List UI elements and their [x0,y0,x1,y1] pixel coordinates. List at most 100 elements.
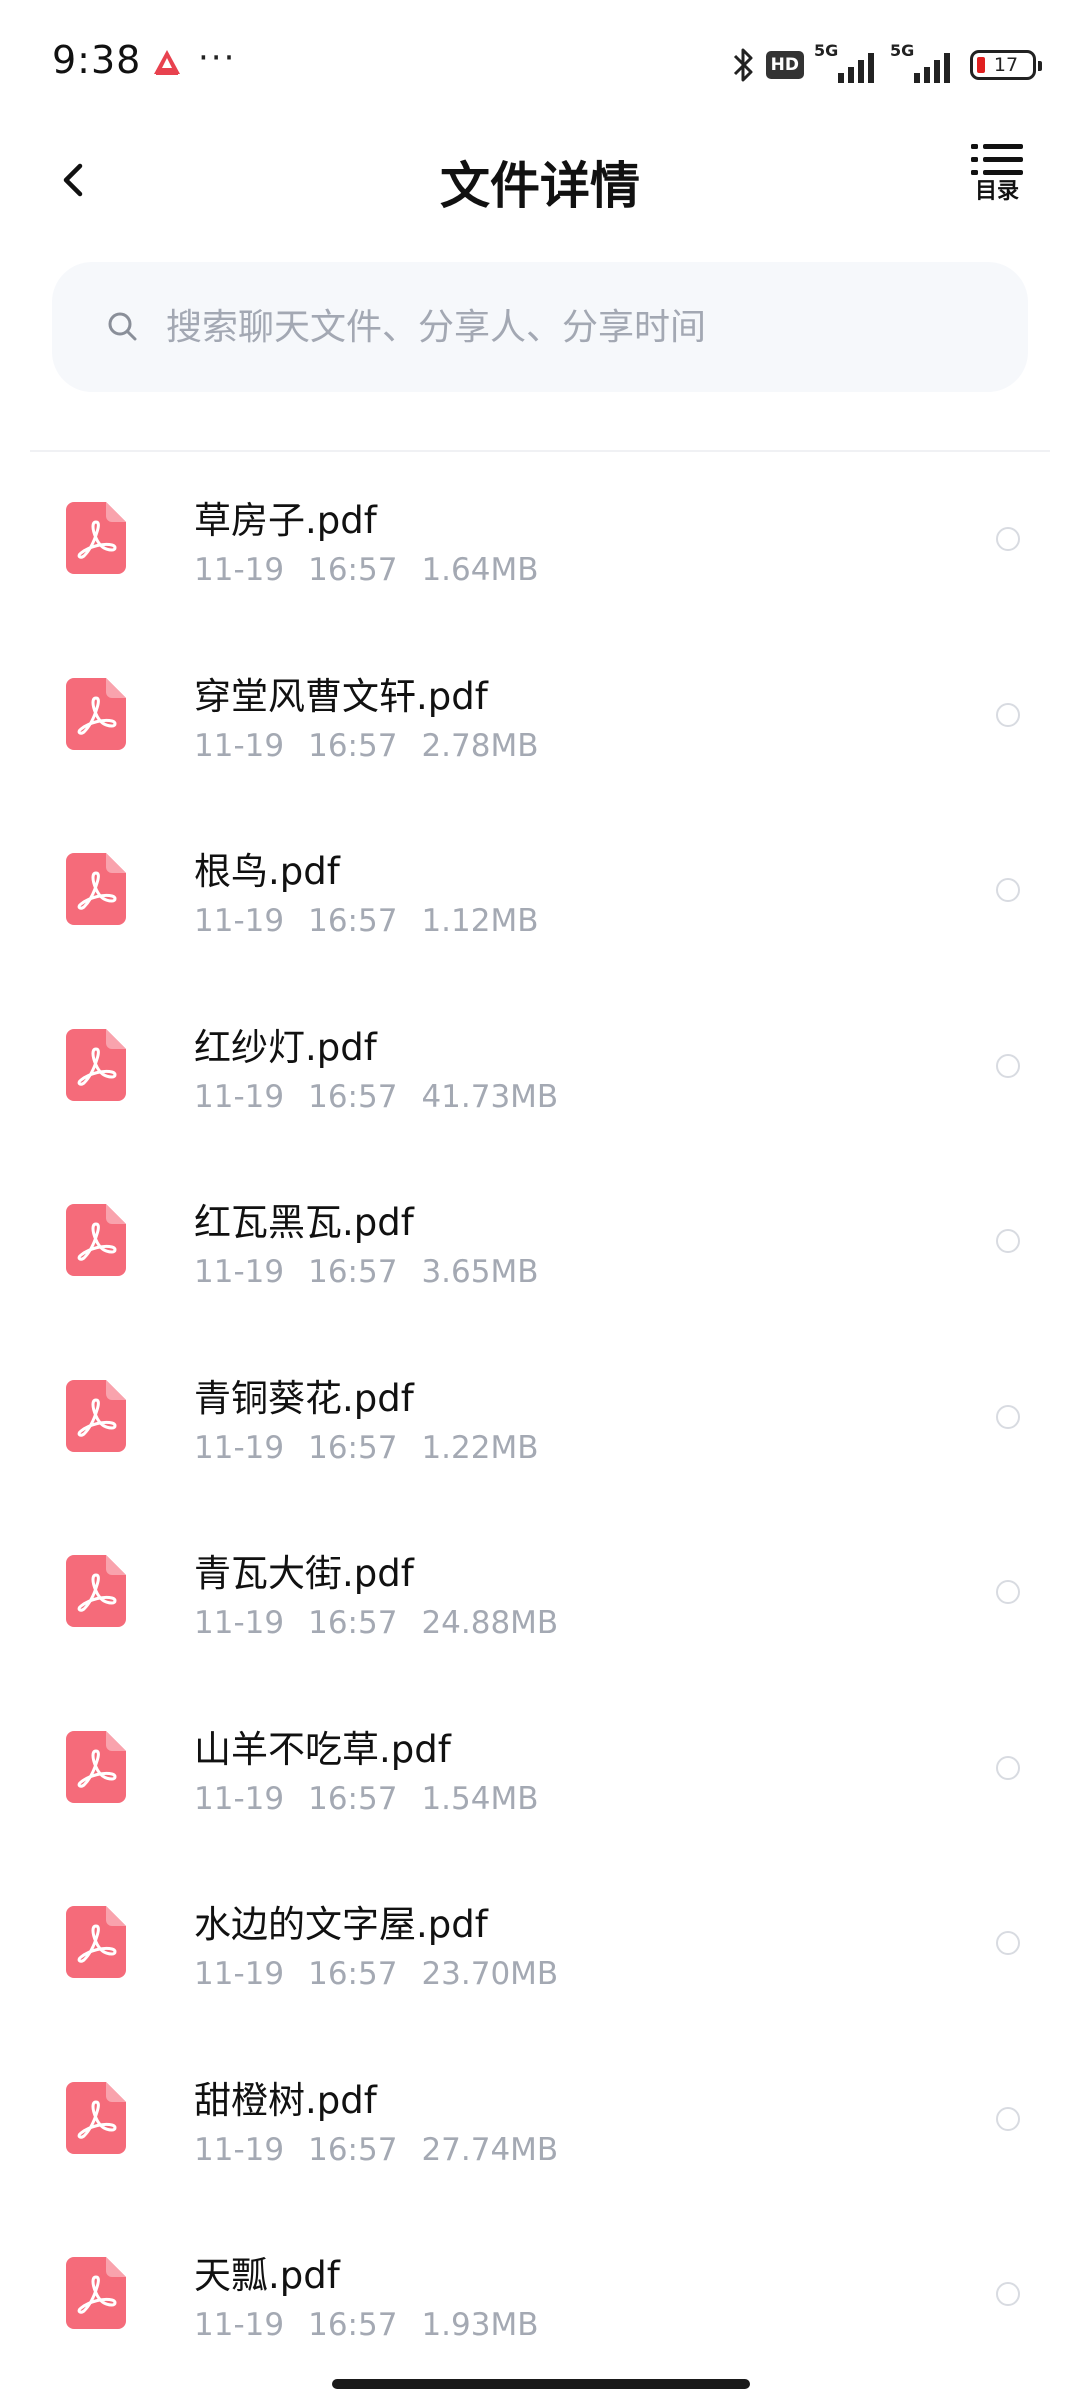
file-name: 青瓦大街.pdf [194,1552,414,1595]
page-title: 文件详情 [440,157,640,215]
file-list-item[interactable]: 红瓦黑瓦.pdf 11-19 16:57 3.65MB [0,1154,1080,1330]
app-notification-icon [154,50,180,75]
select-radio[interactable] [996,1229,1020,1253]
file-name: 水边的文字屋.pdf [194,1903,488,1946]
file-date: 11-19 [194,1605,285,1641]
file-size: 3.65MB [421,1254,539,1290]
file-name: 草房子.pdf [194,499,377,542]
pdf-file-icon [66,2081,126,2154]
file-date: 11-19 [194,727,285,764]
file-date: 11-19 [194,1078,285,1115]
search-input[interactable] [164,305,968,349]
file-size: 27.74MB [421,2131,559,2168]
pdf-file-icon [66,1379,126,1452]
file-name: 山羊不吃草.pdf [194,1727,451,1771]
file-size: 1.64MB [421,552,539,588]
file-time: 16:57 [308,1956,398,1992]
select-radio[interactable] [996,2106,1020,2131]
file-list-item[interactable]: 穿堂风曹文轩.pdf 11-19 16:57 2.78MB [0,628,1080,804]
status-more-icon: ··· [198,38,237,78]
file-time: 16:57 [308,1078,398,1115]
file-list-item[interactable]: 山羊不吃草.pdf 11-19 16:57 1.54MB [0,1681,1080,1857]
pdf-file-icon [66,677,126,750]
file-name: 红瓦黑瓦.pdf [194,1201,414,1244]
pdf-file-icon [66,853,126,925]
file-time: 16:57 [308,1429,398,1466]
signal-sim2-icon: 5G [890,41,956,85]
signal-sim1-icon: 5G [814,41,880,85]
file-time: 16:57 [308,903,398,939]
pdf-file-icon [66,1730,126,1803]
file-list: 草房子.pdf 11-19 16:57 1.64MB 穿堂风曹文轩.pdf 11-1… [0,452,1080,2383]
search-bar[interactable] [52,262,1028,392]
file-date: 11-19 [194,1956,285,1992]
file-list-item[interactable]: 青铜葵花.pdf 11-19 16:57 1.22MB [0,1330,1080,1506]
file-date: 11-19 [194,1780,285,1817]
select-radio[interactable] [996,1053,1020,1078]
file-meta: 11-19 16:57 27.74MB [194,2132,582,2168]
file-meta: 11-19 16:57 1.22MB [194,1430,562,1466]
select-radio[interactable] [996,878,1020,902]
battery-icon: 17 [970,50,1042,80]
file-size: 1.22MB [421,1429,539,1466]
file-list-item[interactable]: 草房子.pdf 11-19 16:57 1.64MB [0,452,1080,628]
file-list-item[interactable]: 甜橙树.pdf 11-19 16:57 27.74MB [0,2032,1080,2208]
file-meta: 11-19 16:57 24.88MB [194,1605,582,1641]
select-radio[interactable] [996,2282,1020,2306]
pdf-file-icon [66,1204,126,1276]
file-time: 16:57 [308,1605,398,1641]
file-list-item[interactable]: 根鸟.pdf 11-19 16:57 1.12MB [0,803,1080,979]
file-meta: 11-19 16:57 1.12MB [194,903,562,939]
file-name: 根鸟.pdf [194,850,340,893]
hd-voice-badge: HD [765,51,804,79]
select-radio[interactable] [996,1931,1020,1955]
file-time: 16:57 [308,2307,398,2343]
file-name: 甜橙树.pdf [194,2078,377,2122]
file-name: 红纱灯.pdf [194,1025,377,1069]
search-icon [108,312,137,341]
select-radio[interactable] [996,1404,1020,1429]
file-size: 1.54MB [421,1780,539,1817]
file-meta: 11-19 16:57 3.65MB [194,1254,562,1290]
file-name: 青铜葵花.pdf [194,1376,414,1420]
file-date: 11-19 [194,1254,285,1290]
select-radio[interactable] [996,702,1020,727]
file-size: 24.88MB [421,1605,559,1641]
pdf-file-icon [66,1906,126,1978]
select-radio[interactable] [996,1755,1020,1780]
status-indicators: HD 5G 5G 17 [730,40,1042,90]
file-name: 天瓢.pdf [194,2254,340,2297]
file-meta: 11-19 16:57 1.93MB [194,2307,562,2343]
file-meta: 11-19 16:57 1.54MB [194,1781,562,1817]
battery-level: 17 [993,54,1019,76]
file-time: 16:57 [308,552,398,588]
file-size: 2.78MB [421,727,539,764]
file-date: 11-19 [194,903,285,939]
file-date: 11-19 [194,2307,285,2343]
file-time: 16:57 [308,1780,398,1817]
file-time: 16:57 [308,1254,398,1290]
catalog-button[interactable]: 目录 [966,142,1028,212]
select-radio[interactable] [996,527,1020,551]
pdf-file-icon [66,2257,126,2329]
file-time: 16:57 [308,2131,398,2168]
file-time: 16:57 [308,727,398,764]
file-date: 11-19 [194,1429,285,1466]
file-meta: 11-19 16:57 2.78MB [194,728,562,764]
file-list-item[interactable]: 天瓢.pdf 11-19 16:57 1.93MB [0,2207,1080,2383]
pdf-file-icon [66,1028,126,1101]
pdf-file-icon [66,1555,126,1627]
file-meta: 11-19 16:57 1.64MB [194,552,562,588]
file-list-item[interactable]: 红纱灯.pdf 11-19 16:57 41.73MB [0,979,1080,1155]
home-indicator[interactable] [332,2379,750,2389]
list-icon [971,144,1023,175]
file-list-item[interactable]: 青瓦大街.pdf 11-19 16:57 24.88MB [0,1505,1080,1681]
file-size: 1.93MB [421,2307,539,2343]
file-size: 1.12MB [421,903,539,939]
file-name: 穿堂风曹文轩.pdf [194,674,488,718]
catalog-label: 目录 [974,179,1019,204]
file-meta: 11-19 16:57 23.70MB [194,1956,582,1992]
select-radio[interactable] [996,1580,1020,1604]
file-list-item[interactable]: 水边的文字屋.pdf 11-19 16:57 23.70MB [0,1856,1080,2032]
status-time: 9:38 [52,38,142,82]
